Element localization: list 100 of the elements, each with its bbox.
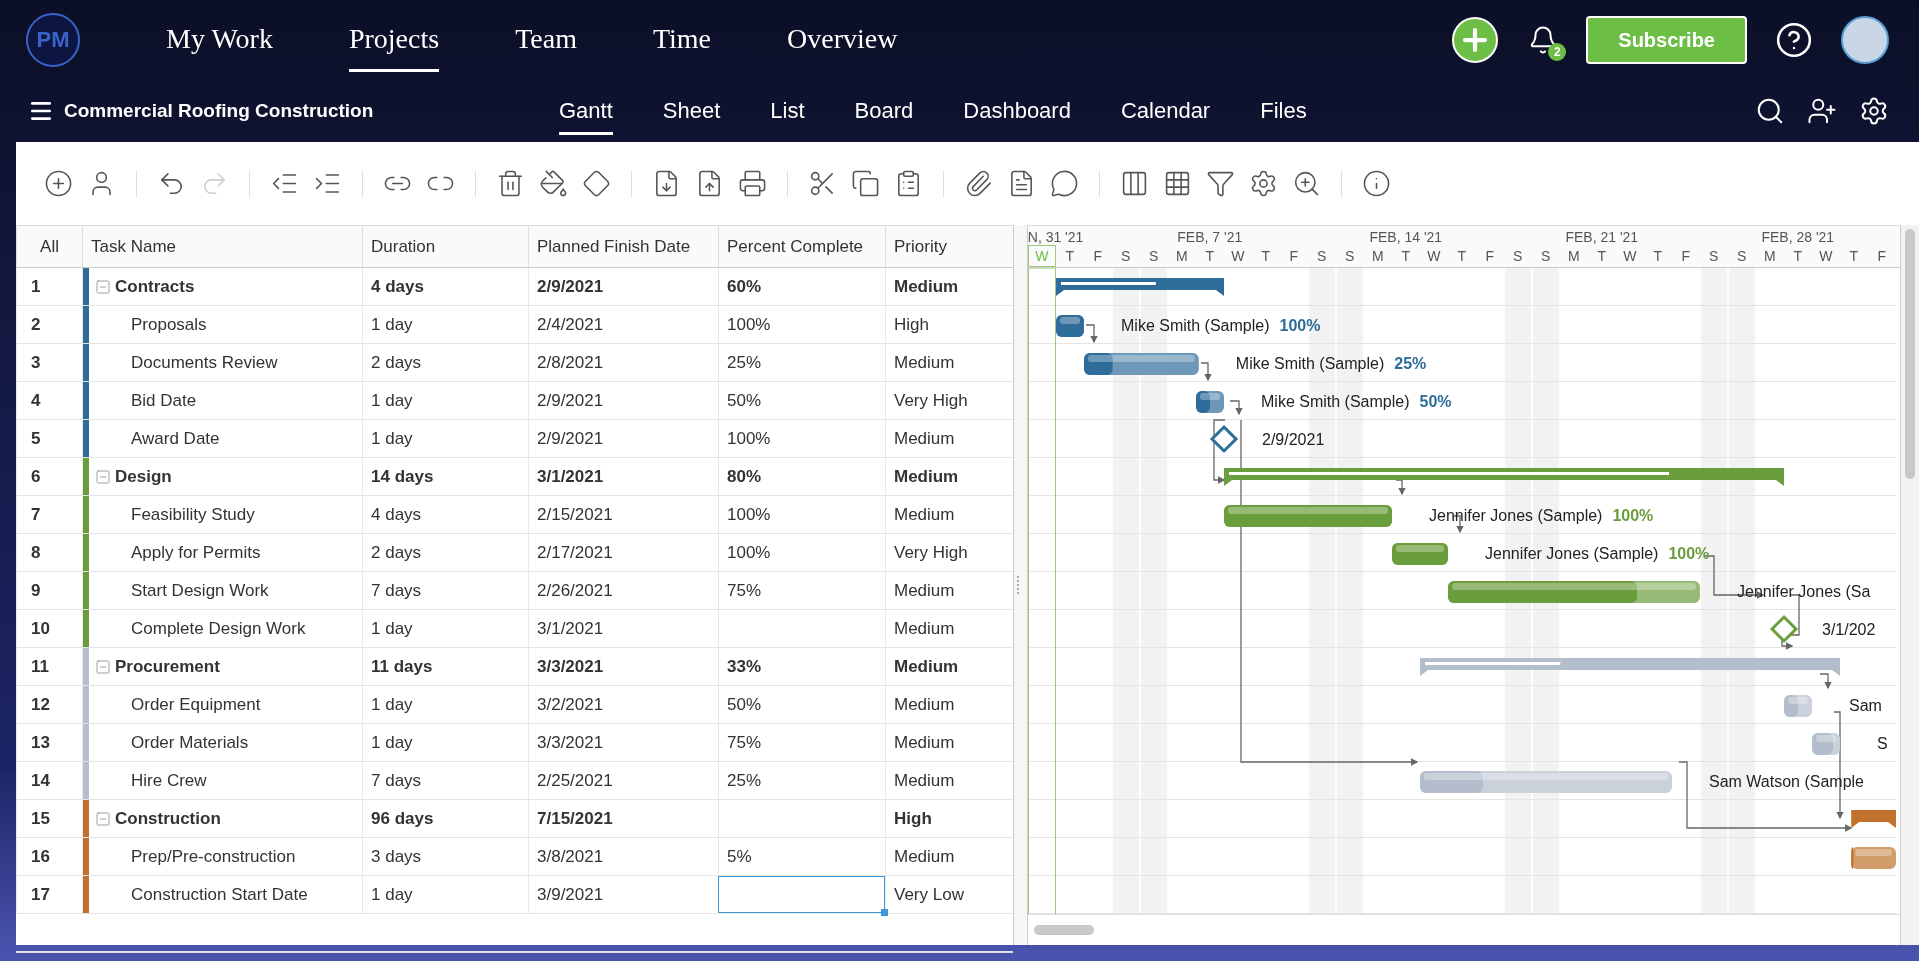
add-button[interactable] xyxy=(1452,17,1499,63)
percent-label: 100% xyxy=(1612,507,1654,524)
nav-tab[interactable]: Projects xyxy=(348,22,440,72)
user-avatar[interactable] xyxy=(1841,16,1889,64)
add-icon[interactable] xyxy=(44,169,73,198)
table-cell[interactable]: 50% xyxy=(718,382,885,419)
table-cell: 7/15/2021 xyxy=(528,800,718,837)
settings-icon[interactable] xyxy=(1859,96,1889,126)
copy-icon[interactable] xyxy=(851,169,880,198)
nav-tab[interactable]: Overview xyxy=(787,22,898,72)
task-name[interactable]: Prep/Pre-construction xyxy=(131,846,296,867)
view-tab[interactable]: Calendar xyxy=(1120,97,1211,135)
table-cell: Medium xyxy=(885,458,1013,495)
task-bar[interactable] xyxy=(1055,315,1084,337)
table-cell[interactable]: 80% xyxy=(718,458,885,495)
task-name[interactable]: Apply for Permits xyxy=(131,542,261,563)
table-cell: Medium xyxy=(885,648,1013,685)
table-cell[interactable]: 100% xyxy=(718,496,885,533)
table-cell[interactable]: 100% xyxy=(718,420,885,457)
fill-handle[interactable] xyxy=(881,909,888,916)
column-header[interactable]: Duration xyxy=(362,226,528,267)
task-name[interactable]: Complete Design Work xyxy=(131,618,306,639)
column-header[interactable]: Task Name xyxy=(82,226,362,267)
table-cell: 2/8/2021 xyxy=(528,344,718,381)
trash-icon[interactable] xyxy=(496,169,525,198)
task-name[interactable]: Order Materials xyxy=(131,732,249,753)
table-cell[interactable]: 75% xyxy=(718,724,885,761)
table-cell[interactable]: 60% xyxy=(718,268,885,305)
view-tab[interactable]: Gantt xyxy=(559,97,613,135)
milestone-diamond[interactable] xyxy=(1769,614,1798,644)
zoom-in-icon[interactable] xyxy=(1292,169,1321,198)
help-icon[interactable] xyxy=(1775,21,1813,59)
table-cell[interactable]: 25% xyxy=(718,762,885,799)
diamond-icon[interactable] xyxy=(582,169,611,198)
task-name[interactable]: Contracts xyxy=(115,276,195,297)
table-cell[interactable]: 25% xyxy=(718,344,885,381)
row-number: 3 xyxy=(16,344,82,381)
table-cell[interactable]: 100% xyxy=(718,534,885,571)
printer-icon[interactable] xyxy=(738,169,767,198)
table-cell: 11 days xyxy=(362,648,528,685)
task-name[interactable]: Construction xyxy=(115,808,221,829)
task-name[interactable]: Procurement xyxy=(115,656,220,677)
column-header[interactable]: Priority xyxy=(885,226,1013,267)
task-name[interactable]: Hire Crew xyxy=(131,770,207,791)
settings-icon[interactable] xyxy=(1249,169,1278,198)
task-name[interactable]: Design xyxy=(115,466,172,487)
task-bar[interactable] xyxy=(1391,543,1448,565)
assignee-label: Mike Smith (Sample) xyxy=(1235,355,1385,372)
search-icon[interactable] xyxy=(1755,96,1785,126)
scrollbar-thumb[interactable] xyxy=(1033,925,1094,935)
table-cell: Medium xyxy=(885,686,1013,723)
milestone-diamond[interactable] xyxy=(1209,424,1238,454)
row-number: 1 xyxy=(16,268,82,305)
task-name[interactable]: Proposals xyxy=(131,314,207,335)
task-bar[interactable] xyxy=(1083,353,1199,375)
table-cell[interactable]: 75% xyxy=(718,572,885,609)
view-tab[interactable]: Files xyxy=(1260,97,1307,135)
table-cell: Medium xyxy=(885,268,1013,305)
table-cell: 2/9/2021 xyxy=(528,420,718,457)
summary-bar[interactable] xyxy=(1850,810,1896,828)
table-cell[interactable]: 5% xyxy=(718,838,885,875)
day-label: T xyxy=(1456,247,1468,266)
table-cell: 4 days xyxy=(362,496,528,533)
task-name[interactable]: Construction Start Date xyxy=(131,884,308,905)
table-cell: Medium xyxy=(885,496,1013,533)
week-label: FEB, 21 '21 xyxy=(1565,229,1639,245)
view-tab[interactable]: Board xyxy=(854,97,914,135)
task-name[interactable]: Documents Review xyxy=(131,352,278,373)
comment-icon[interactable] xyxy=(1050,169,1079,198)
view-tab[interactable]: Dashboard xyxy=(963,97,1071,135)
view-tab[interactable]: List xyxy=(770,97,805,135)
day-label: T xyxy=(1064,247,1076,266)
info-icon[interactable] xyxy=(1362,169,1391,198)
task-name[interactable]: Order Equipment xyxy=(131,694,261,715)
nav-tab[interactable]: My Work xyxy=(166,22,273,72)
table-cell[interactable]: 50% xyxy=(718,686,885,723)
task-name[interactable]: Feasibility Study xyxy=(131,504,255,525)
table-cell[interactable] xyxy=(718,876,885,913)
columns-icon[interactable] xyxy=(1120,169,1149,198)
summary-bar[interactable] xyxy=(1055,278,1224,296)
column-header[interactable]: Planned Finish Date xyxy=(528,226,718,267)
summary-bar[interactable] xyxy=(1223,468,1784,486)
column-header[interactable]: Percent Complete xyxy=(718,226,885,267)
filter-icon[interactable] xyxy=(1206,169,1235,198)
nav-tab[interactable]: Time xyxy=(652,22,712,72)
task-name[interactable]: Award Date xyxy=(131,428,220,449)
task-bar[interactable] xyxy=(1850,847,1896,869)
task-name[interactable]: Start Design Work xyxy=(131,580,269,601)
table-cell[interactable]: 33% xyxy=(718,648,885,685)
grid-icon[interactable] xyxy=(1163,169,1192,198)
nav-tab[interactable]: Team xyxy=(515,22,577,72)
paperclip-icon[interactable] xyxy=(964,169,993,198)
column-header[interactable]: All xyxy=(16,226,82,267)
task-name[interactable]: Bid Date xyxy=(131,390,197,411)
add-user-icon[interactable] xyxy=(1807,96,1837,126)
task-bar[interactable] xyxy=(1195,391,1224,413)
view-tab[interactable]: Sheet xyxy=(662,97,721,135)
scrollbar-thumb[interactable] xyxy=(1904,229,1915,479)
table-cell[interactable]: 100% xyxy=(718,306,885,343)
paint-bucket-icon[interactable] xyxy=(539,169,568,198)
